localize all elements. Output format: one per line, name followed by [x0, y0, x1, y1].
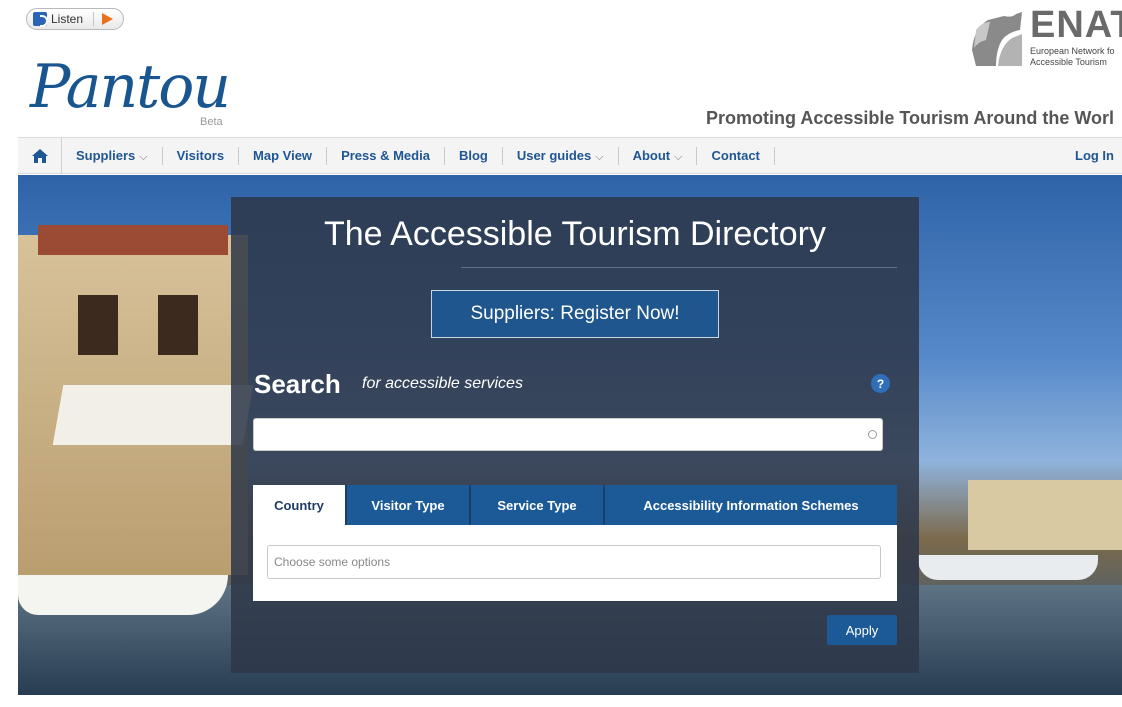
- hero-window: [158, 295, 198, 355]
- hero-awning: [52, 385, 254, 445]
- filter-tabs: Country Visitor Type Service Type Access…: [253, 485, 897, 525]
- play-icon[interactable]: [102, 13, 114, 25]
- hero-roof: [38, 225, 228, 255]
- nav-item-about[interactable]: About ⌵: [619, 146, 698, 165]
- register-button[interactable]: Suppliers: Register Now!: [431, 290, 719, 338]
- beta-label: Beta: [200, 116, 223, 128]
- hero-boat-right: [918, 555, 1098, 580]
- hero-building-right: [968, 480, 1122, 550]
- nav-item-label: About: [632, 147, 671, 163]
- search-input[interactable]: [253, 418, 883, 451]
- enat-mark-icon: [972, 12, 1022, 66]
- country-options-select[interactable]: Choose some options: [267, 545, 881, 579]
- search-toggle-icon[interactable]: [868, 430, 877, 439]
- chevron-down-icon: ⌵: [674, 150, 683, 163]
- chevron-down-icon: ⌵: [595, 150, 604, 163]
- chevron-down-icon: ⌵: [139, 150, 148, 163]
- tab-visitor-type[interactable]: Visitor Type: [347, 485, 471, 525]
- search-panel: The Accessible Tourism Directory Supplie…: [231, 197, 919, 673]
- listen-widget[interactable]: Listen: [26, 8, 125, 30]
- tab-service-type[interactable]: Service Type: [471, 485, 605, 525]
- nav-item-map-view[interactable]: Map View: [239, 146, 328, 165]
- nav-item-visitors[interactable]: Visitors: [163, 146, 240, 165]
- site-logo[interactable]: Pantou Beta: [30, 42, 231, 132]
- enat-name: ENAT: [1030, 4, 1122, 46]
- nav-item-contact[interactable]: Contact: [697, 146, 775, 165]
- tab-country[interactable]: Country: [253, 485, 347, 525]
- apply-button[interactable]: Apply: [827, 615, 897, 645]
- nav-item-label: Press & Media: [341, 147, 430, 163]
- nav-item-suppliers[interactable]: Suppliers ⌵: [62, 146, 163, 165]
- hero-window: [78, 295, 118, 355]
- nav-item-label: Map View: [253, 147, 313, 163]
- enat-subtitle-line1: European Network fo: [1030, 46, 1115, 56]
- enat-logo[interactable]: ENAT European Network fo Accessible Tour…: [968, 4, 1122, 74]
- nav-item-blog[interactable]: Blog: [445, 146, 503, 165]
- home-icon: [31, 148, 48, 163]
- main-nav: Suppliers ⌵ Visitors Map View Press & Med…: [18, 137, 1122, 174]
- speaker-icon: [33, 12, 48, 27]
- login-link[interactable]: Log In: [1075, 148, 1122, 163]
- tab-accessibility-schemes[interactable]: Accessibility Information Schemes: [605, 485, 897, 525]
- enat-subtitle: European Network fo Accessible Tourism: [1030, 46, 1115, 68]
- nav-item-label: Suppliers: [76, 147, 136, 163]
- home-button[interactable]: [18, 137, 62, 174]
- listen-label[interactable]: Listen: [51, 12, 95, 26]
- hero-boat: [18, 575, 228, 615]
- nav-item-label: Blog: [458, 147, 488, 163]
- enat-subtitle-line2: Accessible Tourism: [1030, 57, 1107, 67]
- logo-wordmark: Pantou: [30, 52, 231, 122]
- title-divider: [461, 267, 897, 268]
- nav-item-user-guides[interactable]: User guides ⌵: [503, 146, 619, 165]
- page-title: The Accessible Tourism Directory: [324, 215, 826, 253]
- help-icon[interactable]: ?: [871, 374, 890, 393]
- nav-item-label: Visitors: [176, 147, 225, 163]
- tagline: Promoting Accessible Tourism Around the …: [706, 108, 1115, 128]
- tab-panel: Choose some options: [253, 525, 897, 601]
- nav-item-label: Contact: [711, 147, 760, 163]
- search-heading: Search: [254, 369, 341, 399]
- nav-item-label: User guides: [516, 147, 592, 163]
- nav-item-press-media[interactable]: Press & Media: [327, 146, 445, 165]
- search-subheading: for accessible services: [362, 375, 523, 392]
- hero-banner: The Accessible Tourism Directory Supplie…: [18, 175, 1122, 695]
